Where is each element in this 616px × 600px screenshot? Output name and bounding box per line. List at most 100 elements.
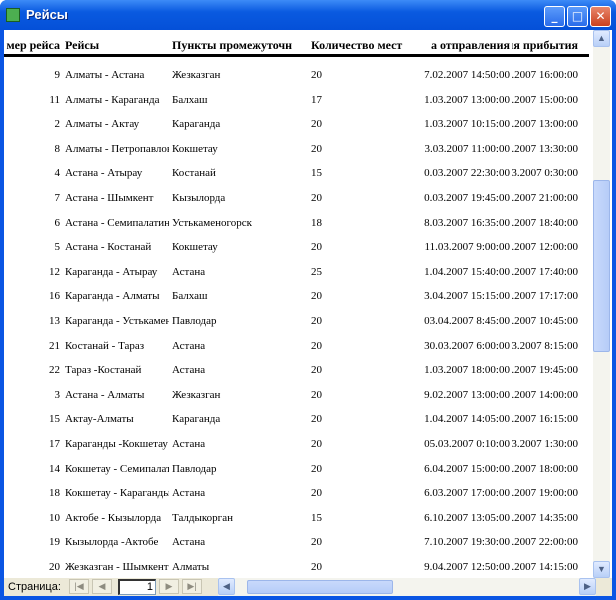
table-row[interactable]: 7 Астана - Шымкент Кызылорда 20 ‎0.03.2007 1… [4,187,589,211]
vertical-scroll-thumb[interactable] [593,180,610,352]
table-row[interactable]: 11 Алматы - Караганда Балхаш 17 ‎1.03.2007 1… [4,89,589,113]
route-cell[interactable]: Кокшетау - Караганды [65,487,169,499]
arrival-time-cell[interactable]: ‎.03.2007 0:30:00‎ [512,167,578,179]
arrival-time-cell[interactable]: ‎03.2007 8:15:00‎ [512,340,578,352]
arrival-time-cell[interactable]: ‎10.2007 14:35:00‎ [512,512,578,524]
flight-number-cell[interactable]: 6 [4,217,61,229]
flight-number-cell[interactable]: 13 [4,315,60,327]
seats-cell[interactable]: 15 [311,167,371,179]
arrival-time-cell[interactable]: ‎02.2007 16:00:00‎ [512,69,578,81]
arrival-time-cell[interactable]: ‎03.2007 13:00:00‎ [512,118,578,130]
arrival-time-cell[interactable]: ‎04.2007 17:17:00‎ [512,290,578,302]
intermediate-point-cell[interactable]: Кокшетау [172,241,308,253]
route-cell[interactable]: Караганда - Устькаменогорск [65,315,169,327]
route-cell[interactable]: Алматы - Актау [65,118,169,130]
departure-time-cell[interactable]: ‎30.03.2007 6:00:00‎ [374,340,510,352]
seats-cell[interactable]: 20 [311,413,371,425]
intermediate-point-cell[interactable]: Талдыкорган [172,512,308,524]
route-cell[interactable]: Астана - Атырау [65,167,169,179]
table-row[interactable]: 20 Жезказган - Шымкент Алматы 20 ‎9.04.2007 … [4,556,589,580]
column-header[interactable]: ‎ия прибытия‎ [512,38,578,53]
route-cell[interactable]: Жезказган - Шымкент [65,561,169,573]
route-cell[interactable]: Алматы - Петропавловск [65,143,169,155]
table-row[interactable]: 16 Караганда - Алматы Балхаш 20 ‎3.04.2007 1… [4,285,589,309]
flight-number-cell[interactable]: 9 [4,69,61,81]
route-cell[interactable]: Астана - Костанай [65,241,169,253]
seats-cell[interactable]: 20 [311,69,371,81]
intermediate-point-cell[interactable]: Астана [172,266,308,278]
intermediate-point-cell[interactable]: Балхаш [172,290,308,302]
flight-number-cell[interactable]: 14 [4,463,60,475]
last-page-button[interactable]: ▶| [182,579,202,594]
table-row[interactable]: 5 Астана - Костанай Кокшетау 20 ‎11.03.2007 … [4,236,589,260]
flight-number-cell[interactable]: 4 [4,167,61,179]
arrival-time-cell[interactable]: ‎04.2007 18:00:00‎ [512,463,578,475]
vertical-scrollbar[interactable]: ▲ ▼ [593,30,610,578]
scroll-up-button[interactable]: ▲ [593,30,610,47]
flight-number-cell[interactable]: 18 [4,487,60,499]
intermediate-point-cell[interactable]: Жезказган [172,69,308,81]
table-row[interactable]: 10 Актобе - Кызылорда Талдыкорган 15 ‎6.10.2… [4,507,589,531]
departure-time-cell[interactable]: ‎1.03.2007 13:00:00‎ [374,94,510,106]
intermediate-point-cell[interactable]: Павлодар [172,463,308,475]
intermediate-point-cell[interactable]: Караганда [172,118,308,130]
column-header[interactable]: Рейсы [65,38,169,53]
seats-cell[interactable]: 20 [311,487,371,499]
intermediate-point-cell[interactable]: Караганда [172,413,308,425]
close-button[interactable]: ✕ [590,6,611,27]
departure-time-cell[interactable]: ‎9.02.2007 13:00:00‎ [374,389,510,401]
intermediate-point-cell[interactable]: Жезказган [172,389,308,401]
seats-cell[interactable]: 20 [311,143,371,155]
flight-number-cell[interactable]: 10 [4,512,60,524]
table-row[interactable]: 17 Караганды -Кокшетау Астана 20 ‎05.03.2007… [4,433,589,457]
intermediate-point-cell[interactable]: Астана [172,487,308,499]
table-row[interactable]: 9 Алматы - Астана Жезказган 20 ‎7.02.2007 14… [4,64,589,88]
departure-time-cell[interactable]: ‎05.03.2007 0:10:00‎ [374,438,510,450]
seats-cell[interactable]: 20 [311,118,371,130]
route-cell[interactable]: Кокшетау - Семипалатинск [65,463,169,475]
table-row[interactable]: 4 Астана - Атырау Костанай 15 ‎0.03.2007 22:… [4,162,589,186]
intermediate-point-cell[interactable]: Астана [172,536,308,548]
seats-cell[interactable]: 20 [311,364,371,376]
flight-number-cell[interactable]: 22 [4,364,60,376]
horizontal-scroll-thumb[interactable] [247,580,393,594]
departure-time-cell[interactable]: ‎1.04.2007 15:40:00‎ [374,266,510,278]
flight-number-cell[interactable]: 15 [4,413,60,425]
arrival-time-cell[interactable]: ‎03.2007 12:00:00‎ [512,241,578,253]
seats-cell[interactable]: 20 [311,389,371,401]
seats-cell[interactable]: 20 [311,536,371,548]
departure-time-cell[interactable]: ‎0.03.2007 19:45:00‎ [374,192,510,204]
seats-cell[interactable]: 20 [311,241,371,253]
departure-time-cell[interactable]: ‎3.03.2007 11:00:00‎ [374,143,510,155]
table-row[interactable]: 6 Астана - Семипалатинск Устькаменогорск 18… [4,212,589,236]
table-row[interactable]: 19 Кызылорда -Актобе Астана 20 ‎7.10.2007 19… [4,531,589,555]
scroll-right-button[interactable]: ▶ [579,578,596,595]
flight-number-cell[interactable]: 20 [4,561,60,573]
intermediate-point-cell[interactable]: Кокшетау [172,143,308,155]
column-header[interactable]: Пункты промежуточн [172,38,308,53]
departure-time-cell[interactable]: ‎11.03.2007 9:00:00‎ [374,241,510,253]
seats-cell[interactable]: 15 [311,512,371,524]
table-row[interactable]: 12 Караганда - Атырау Астана 25 ‎1.04.2007 1… [4,261,589,285]
arrival-time-cell[interactable]: ‎5.03.2007 1:30:00‎ [512,438,578,450]
route-cell[interactable]: Кызылорда -Актобе [65,536,169,548]
arrival-time-cell[interactable]: ‎03.2007 13:30:00‎ [512,143,578,155]
departure-time-cell[interactable]: ‎6.04.2007 15:00:00‎ [374,463,510,475]
arrival-time-cell[interactable]: ‎10.2007 22:00:00‎ [512,536,578,548]
seats-cell[interactable]: 20 [311,192,371,204]
departure-time-cell[interactable]: ‎3.04.2007 15:15:00‎ [374,290,510,302]
flight-number-cell[interactable]: 2 [4,118,61,130]
intermediate-point-cell[interactable]: Астана [172,364,308,376]
arrival-time-cell[interactable]: ‎04.2007 10:45:00‎ [512,315,578,327]
arrival-time-cell[interactable]: ‎04.2007 14:15:00‎ [512,561,578,573]
prev-page-button[interactable]: ◀ [92,579,112,594]
flight-number-cell[interactable]: 7 [4,192,61,204]
route-cell[interactable]: Караганды -Кокшетау [65,438,169,450]
arrival-time-cell[interactable]: ‎03.2007 19:00:00‎ [512,487,578,499]
route-cell[interactable]: Астана - Шымкент [65,192,169,204]
route-cell[interactable]: Алматы - Астана [65,69,169,81]
next-page-button[interactable]: ▶ [159,579,179,594]
departure-time-cell[interactable]: ‎7.10.2007 19:30:00‎ [374,536,510,548]
departure-time-cell[interactable]: ‎1.03.2007 10:15:00‎ [374,118,510,130]
intermediate-point-cell[interactable]: Астана [172,340,308,352]
